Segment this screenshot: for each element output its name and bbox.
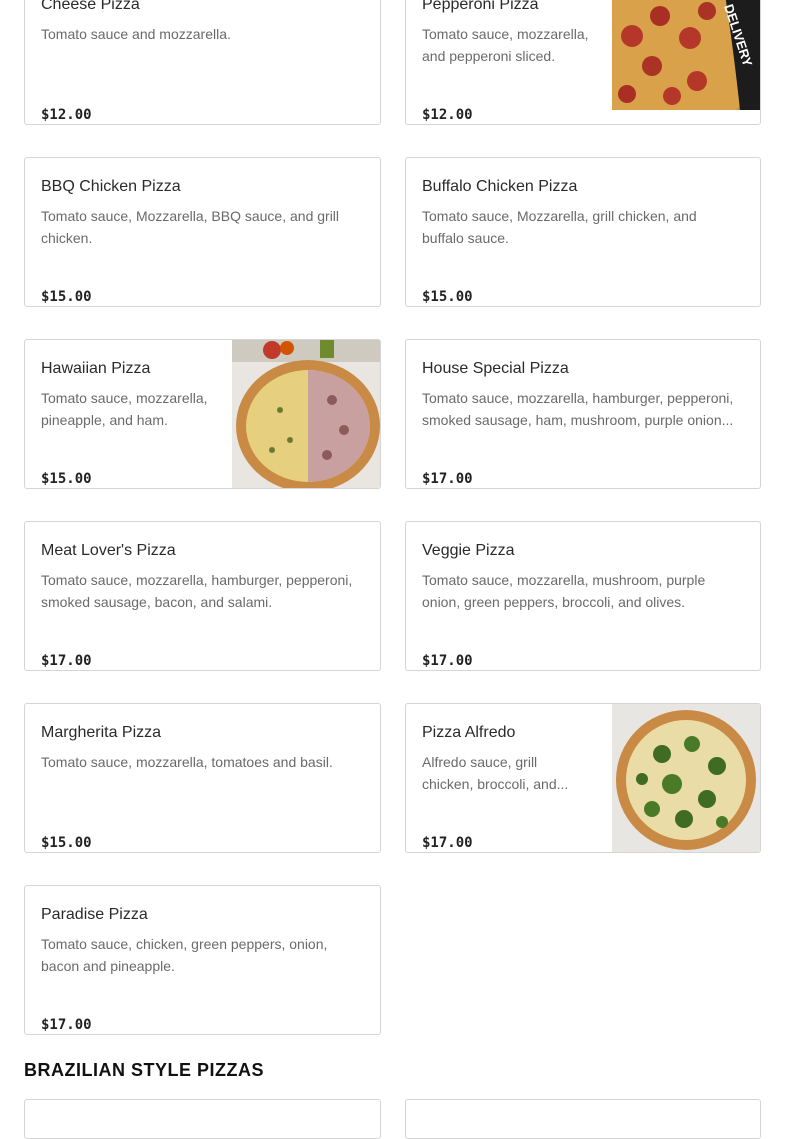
item-price: $17.00 [41, 653, 92, 669]
item-price: $17.00 [422, 471, 473, 487]
item-description: Tomato sauce, Mozzarella, grill chicken,… [422, 208, 697, 246]
menu-item-card[interactable]: Hawaiian Pizza Tomato sauce, mozzarella,… [24, 339, 381, 489]
item-name: Veggie Pizza [422, 542, 515, 559]
item-price: $12.00 [41, 107, 92, 123]
item-price: $17.00 [422, 653, 473, 669]
item-description: Alfredo sauce, grill chicken, broccoli, … [422, 754, 569, 792]
menu-item-card[interactable]: BBQ Chicken Pizza Tomato sauce, Mozzarel… [24, 157, 381, 307]
menu-item-card[interactable]: Pizza Alfredo Alfredo sauce, grill chick… [405, 703, 761, 853]
item-name: Paradise Pizza [41, 906, 148, 923]
menu-item-card[interactable]: Meat Lover's Pizza Tomato sauce, mozzare… [24, 521, 381, 671]
item-description: Tomato sauce, chicken, green peppers, on… [41, 936, 328, 974]
item-name: BBQ Chicken Pizza [41, 178, 181, 195]
item-price: $17.00 [422, 835, 473, 851]
section-title: BRAZILIAN STYLE PIZZAS [24, 1060, 264, 1080]
item-price: $15.00 [422, 289, 473, 305]
item-name: Buffalo Chicken Pizza [422, 178, 578, 195]
item-description: Tomato sauce, mozzarella, hamburger, pep… [41, 572, 353, 610]
item-name: Margherita Pizza [41, 724, 162, 741]
item-name: Pizza Alfredo [422, 724, 516, 741]
menu-item-card[interactable]: Buffalo Chicken Pizza Tomato sauce, Mozz… [405, 157, 761, 307]
hawaiian-pizza-photo [232, 340, 380, 488]
item-description: Tomato sauce, mozzarella, tomatoes and b… [41, 754, 333, 770]
item-price: $17.00 [41, 1017, 92, 1033]
item-price: $15.00 [41, 835, 92, 851]
item-name: Meat Lover's Pizza [41, 542, 176, 559]
item-name: Pepperoni Pizza [422, 0, 539, 13]
item-description: Tomato sauce and mozzarella. [41, 26, 231, 42]
item-description: Tomato sauce, mozzarella, mushroom, purp… [422, 572, 706, 610]
item-name: Hawaiian Pizza [41, 360, 151, 377]
item-price: $15.00 [41, 289, 92, 305]
menu-item-card[interactable]: Pepperoni Pizza Tomato sauce, mozzarella… [405, 0, 761, 125]
menu-item-card[interactable]: Paradise Pizza Tomato sauce, chicken, gr… [24, 885, 381, 1035]
menu-item-card[interactable]: Veggie Pizza Tomato sauce, mozzarella, m… [405, 521, 761, 671]
item-description: Tomato sauce, mozzarella, and pepperoni … [422, 26, 589, 64]
item-description: Tomato sauce, mozzarella, hamburger, pep… [422, 390, 734, 428]
menu-item-card[interactable] [405, 1099, 761, 1139]
menu-item-card[interactable]: House Special Pizza Tomato sauce, mozzar… [405, 339, 761, 489]
item-name: House Special Pizza [422, 360, 569, 377]
item-description: Tomato sauce, mozzarella, pineapple, and… [41, 390, 208, 428]
menu-item-card[interactable]: Cheese Pizza Tomato sauce and mozzarella… [24, 0, 381, 125]
menu-item-card[interactable] [24, 1099, 381, 1139]
item-description: Tomato sauce, Mozzarella, BBQ sauce, and… [41, 208, 340, 246]
item-price: $15.00 [41, 471, 92, 487]
item-name: Cheese Pizza [41, 0, 140, 13]
item-price: $12.00 [422, 107, 473, 123]
menu-item-card[interactable]: Margherita Pizza Tomato sauce, mozzarell… [24, 703, 381, 853]
alfredo-pizza-photo [612, 704, 760, 852]
pepperoni-pizza-photo: DELIVERY [612, 0, 760, 110]
